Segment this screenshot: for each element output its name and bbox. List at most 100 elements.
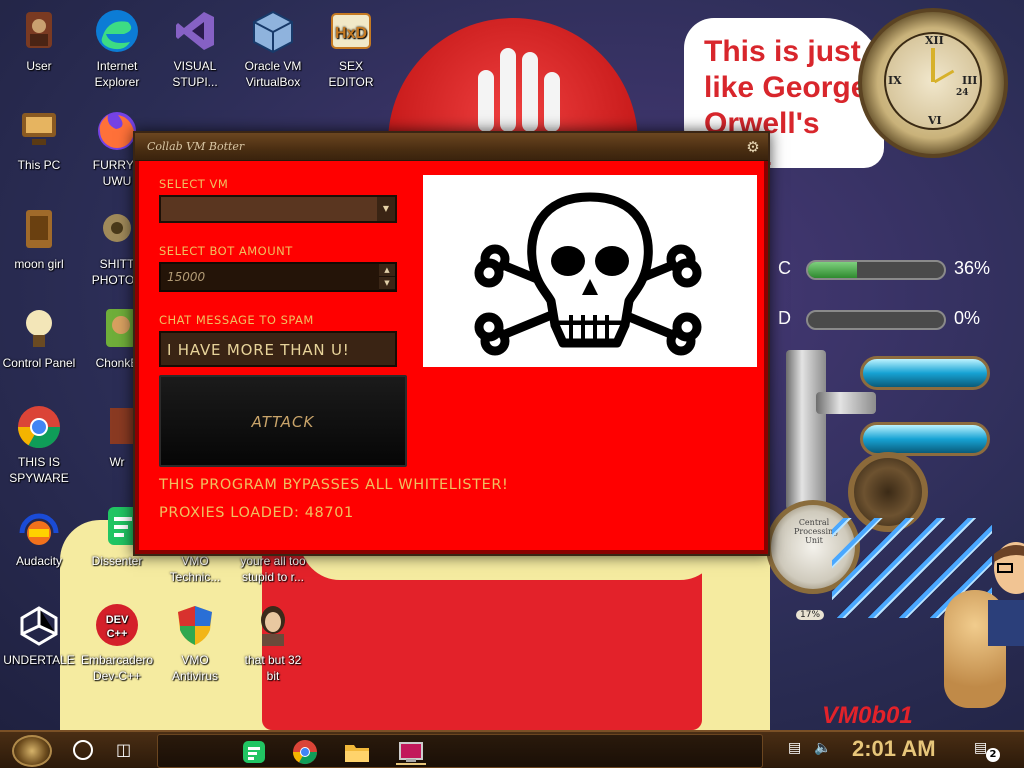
taskbar-apps xyxy=(157,734,763,768)
visual-studio-icon xyxy=(172,8,218,54)
attack-button[interactable]: ATTACK xyxy=(159,375,407,467)
wallpaper-shape xyxy=(262,556,702,730)
clock-inner-dial: 24 xyxy=(956,88,969,98)
file-icon xyxy=(16,206,62,252)
pipe-graphic xyxy=(786,350,826,510)
skull-and-crossbones-icon xyxy=(474,192,702,356)
increment-button[interactable]: ▲ xyxy=(379,264,395,277)
chat-message-label: CHAT MESSAGE TO SPAM xyxy=(159,313,314,327)
desktop-icon-moon-girl[interactable]: moon girl xyxy=(0,206,78,272)
virtualbox-icon xyxy=(250,8,296,54)
vm-select-dropdown[interactable]: ▼ xyxy=(159,195,397,223)
chevron-down-icon[interactable]: ▼ xyxy=(377,197,395,221)
desktop-icon-this-pc[interactable]: This PC xyxy=(0,107,78,173)
hand-graphic xyxy=(522,52,538,132)
clock-hand xyxy=(931,48,935,82)
hand-graphic xyxy=(544,72,560,132)
chat-message-value: I HAVE MORE THAN U! xyxy=(167,341,350,359)
drive-gauge-d: D 0% xyxy=(778,304,1008,338)
cartoon-person-graphic xyxy=(988,542,1024,646)
gauge-tube xyxy=(806,310,946,330)
drive-letter: D xyxy=(778,308,791,328)
attack-button-label: ATTACK xyxy=(251,413,315,431)
pipe-graphic xyxy=(816,392,876,414)
desktop-icon-sex-editor[interactable]: HxD SEX EDITOR xyxy=(312,8,390,90)
chrome-icon xyxy=(16,404,62,450)
desktop-icon-visual-studio[interactable]: VISUAL STUPI... xyxy=(156,8,234,90)
select-vm-label: SELECT VM xyxy=(159,177,229,191)
drive-gauge-widget: C 36% D 0% xyxy=(778,254,1008,342)
bypass-status-text: THIS PROGRAM BYPASSES ALL WHITELISTER! xyxy=(159,477,509,493)
desktop-icon-dev-cpp[interactable]: DEV C++ Embarcadero Dev-C++ xyxy=(78,602,156,684)
audacity-icon xyxy=(16,503,62,549)
drive-letter: C xyxy=(778,258,791,278)
bot-amount-value: 15000 xyxy=(167,270,206,284)
clock-numeral: XII xyxy=(925,34,944,47)
collab-vm-botter-icon xyxy=(399,742,423,762)
taskbar-clock[interactable]: 2:01 AM xyxy=(852,736,936,762)
decrement-button[interactable]: ▼ xyxy=(379,277,395,290)
edge-icon xyxy=(94,8,140,54)
dissenter-icon xyxy=(243,741,265,763)
portrait-icon xyxy=(250,602,296,648)
svg-text:C++: C++ xyxy=(107,628,128,640)
clock-numeral: VI xyxy=(928,114,942,127)
desktop-icon-32-bit[interactable]: that but 32 bit xyxy=(234,602,312,684)
gauge-fill xyxy=(808,262,857,278)
clock-numeral: III xyxy=(962,74,978,87)
task-view-icon[interactable]: ◫ xyxy=(116,740,140,760)
shield-icon xyxy=(172,602,218,648)
volume-muted-icon[interactable]: 🔈 xyxy=(814,740,831,756)
clock-numeral: IX xyxy=(888,74,902,87)
computer-icon xyxy=(16,107,62,153)
drive-percent: 0% xyxy=(954,308,981,328)
desktop-icon-control-panel[interactable]: Control Panel xyxy=(0,305,78,371)
taskbar-chrome[interactable] xyxy=(290,739,320,765)
desktop-icon-spyware[interactable]: THIS IS SPYWARE xyxy=(0,404,78,486)
skull-image-panel xyxy=(423,175,757,367)
devcpp-icon: DEV C++ xyxy=(94,602,140,648)
wallpaper-signature: VM0b01 xyxy=(822,702,913,729)
blue-tube-graphic xyxy=(860,356,990,390)
title-bar[interactable]: Collab VM Botter ⚙ xyxy=(135,133,768,161)
taskbar-collab-vm-botter[interactable] xyxy=(396,739,426,765)
notification-icon[interactable]: ▤ 2 xyxy=(974,740,1000,762)
desktop-icon-undertale[interactable]: UNDERTALE xyxy=(0,602,78,668)
network-icon[interactable]: ▤ xyxy=(788,740,801,756)
unity-icon xyxy=(16,602,62,648)
bot-amount-label: SELECT BOT AMOUNT xyxy=(159,244,293,258)
taskbar-file-explorer[interactable] xyxy=(342,739,372,765)
desktop-icon-audacity[interactable]: Audacity xyxy=(0,503,78,569)
gauge-tube xyxy=(806,260,946,280)
desktop-icon-internet-explorer[interactable]: Internet Explorer xyxy=(78,8,156,90)
start-button[interactable] xyxy=(12,735,52,767)
search-circle-icon[interactable] xyxy=(73,740,93,760)
drive-percent: 36% xyxy=(954,258,991,278)
control-panel-icon xyxy=(16,305,62,351)
window-body: SELECT VM ▼ SELECT BOT AMOUNT 15000 ▲ ▼ … xyxy=(135,161,768,554)
svg-text:DEV: DEV xyxy=(106,614,129,626)
user-folder-icon xyxy=(16,8,62,54)
taskbar-dissenter[interactable] xyxy=(238,739,268,765)
file-explorer-icon xyxy=(345,745,369,762)
hand-graphic xyxy=(500,48,516,132)
stepper-buttons: ▲ ▼ xyxy=(379,264,395,290)
drive-gauge-c: C 36% xyxy=(778,254,1008,288)
bot-amount-stepper[interactable]: 15000 ▲ ▼ xyxy=(159,262,397,292)
desktop-icon-virtualbox[interactable]: Oracle VM VirtualBox xyxy=(234,8,312,90)
desktop-icon-vmo-antivirus[interactable]: VMO Antivirus xyxy=(156,602,234,684)
cpu-dial-label: Central Processing Unit xyxy=(794,518,839,545)
hex-editor-icon: HxD xyxy=(328,8,374,54)
cpu-percent-label: 17% xyxy=(796,610,825,620)
chat-message-input[interactable]: I HAVE MORE THAN U! xyxy=(159,331,397,367)
collab-vm-botter-window: Collab VM Botter ⚙ SELECT VM ▼ SELECT BO… xyxy=(133,131,770,556)
desktop-icon-user[interactable]: User xyxy=(0,8,78,74)
blue-tube-graphic xyxy=(860,422,990,456)
hand-graphic xyxy=(478,70,494,132)
notification-badge: 2 xyxy=(986,748,1000,762)
proxies-loaded-text: PROXIES LOADED: 48701 xyxy=(159,505,354,521)
chrome-icon xyxy=(293,740,317,765)
svg-text:HxD: HxD xyxy=(335,25,367,42)
taskbar: ◫ ▤ 🔈 2:01 AM ▤ 2 xyxy=(0,730,1024,768)
gear-icon[interactable]: ⚙ xyxy=(744,138,762,156)
